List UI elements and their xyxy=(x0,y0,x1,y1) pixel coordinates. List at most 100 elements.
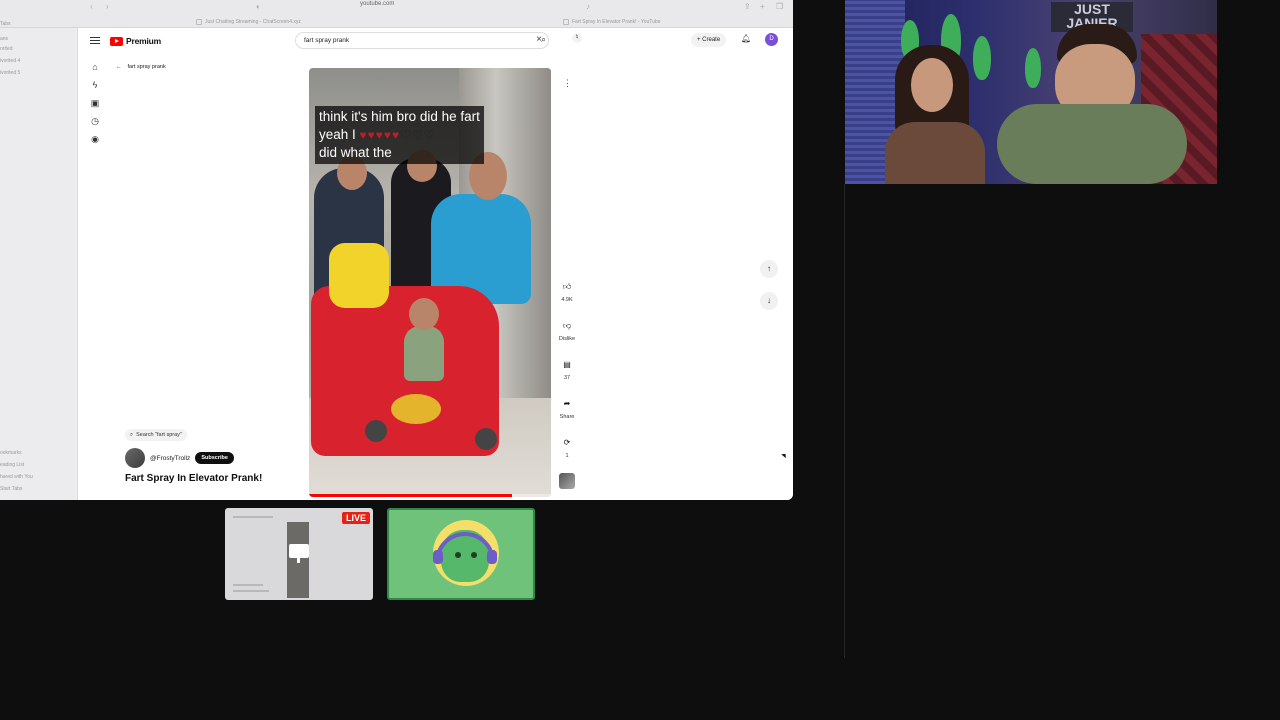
sidebar-fragment[interactable]: ans xyxy=(0,36,8,42)
previous-short-button[interactable]: ↑ xyxy=(760,260,778,278)
mini-screen-line xyxy=(233,584,263,586)
address-bar[interactable]: youtube.com xyxy=(360,1,394,7)
breadcrumb-label: fart spray prank xyxy=(127,64,166,70)
back-icon[interactable]: ‹ xyxy=(90,2,93,11)
dislike-button[interactable]: 👎︎ Dislike xyxy=(553,319,581,342)
hamburger-menu-icon[interactable] xyxy=(90,37,100,46)
sidebar-fragment[interactable]: ivorited 5 xyxy=(0,70,20,76)
shared-browser-window: ‹ › ◐ youtube.com ♪ ⇪ + ❐ Just Chatting … xyxy=(0,0,793,500)
mouse-cursor-icon xyxy=(781,451,788,459)
search-input[interactable]: fart spray prank × xyxy=(295,32,549,49)
channel-avatar[interactable] xyxy=(125,448,145,468)
related-search-chip[interactable]: ⌕ Search "fart spray" xyxy=(125,429,187,441)
tab-label: Just Chatting Streaming - ChatScreen4.xy… xyxy=(205,18,301,25)
screenshare-stand xyxy=(297,558,300,563)
sidebar-fragment[interactable]: Tabs xyxy=(0,21,11,27)
channel-row: @FrostyTrollz Subscribe xyxy=(125,448,234,468)
participant-tile-screenshare[interactable]: LIVE xyxy=(225,508,373,600)
shield-icon: ◐ xyxy=(256,2,261,11)
search-icon[interactable]: ⌕ xyxy=(541,34,546,45)
caption-line: did what the xyxy=(319,145,392,160)
video-title[interactable]: Fart Spray In Elevator Prank! xyxy=(125,473,262,484)
wheel xyxy=(365,420,387,442)
sidebar-fragment[interactable]: ookmarks xyxy=(0,450,22,456)
youtube-page: Premium fart spray prank × ⌕ ♮ + Create … xyxy=(79,28,793,500)
live-badge: LIVE xyxy=(341,512,370,524)
screenshare-icon xyxy=(289,544,309,558)
headphone-cup xyxy=(433,550,443,564)
search-query: fart spray prank xyxy=(304,37,350,44)
breadcrumb[interactable]: ← fart spray prank xyxy=(116,64,166,70)
comment-icon: ▤ xyxy=(563,360,571,369)
tab-favicon-icon xyxy=(563,18,569,25)
dislike-label: Dislike xyxy=(558,336,576,342)
yellow-bag xyxy=(329,243,389,308)
share-icon: ➦ xyxy=(563,399,571,408)
sidebar-fragment[interactable]: hared with You xyxy=(0,474,33,480)
video-progress-bar[interactable] xyxy=(309,494,551,497)
sidebar-fragment[interactable]: Start Tabs xyxy=(0,486,22,492)
participant-tile-avatar[interactable] xyxy=(387,508,535,600)
microphone-icon[interactable]: ♮ xyxy=(572,33,582,43)
tab-youtube[interactable]: Fart Spray In Elevator Prank! - YouTube xyxy=(563,16,660,27)
webcam-feed: JUST JANIER xyxy=(845,0,1217,184)
streamer-body xyxy=(885,122,985,184)
tab-chatscreen[interactable]: Just Chatting Streaming - ChatScreen4.xy… xyxy=(196,16,301,27)
youtube-premium-logo[interactable]: Premium xyxy=(110,36,161,46)
shorts-icon[interactable]: ϟ xyxy=(89,79,101,91)
tab-overview-icon[interactable]: ❐ xyxy=(776,2,783,11)
thumbs-down-icon: 👎︎ xyxy=(562,321,572,330)
more-options-icon[interactable]: ⋮ xyxy=(563,78,572,89)
sound-thumbnail[interactable] xyxy=(559,473,575,489)
share-button[interactable]: ➦ Share xyxy=(553,397,581,420)
mini-screen-line xyxy=(233,516,273,518)
search-icon: ⌕ xyxy=(130,432,134,438)
next-short-button[interactable]: ↓ xyxy=(760,292,778,310)
video-caption: think it's him bro did he fart yeah I ♥♥… xyxy=(315,106,484,164)
thumbs-up-icon: 👍︎ xyxy=(562,282,572,291)
remix-icon: ⟳ xyxy=(563,438,571,447)
browser-sidebar: Tabs ans orited ivorited 4 ivorited 5 oo… xyxy=(0,21,78,500)
alien-figure xyxy=(973,36,991,80)
share-browser-icon[interactable]: ⇪ xyxy=(744,2,751,11)
remix-button[interactable]: ⟳ 1 xyxy=(553,436,581,459)
share-label: Share xyxy=(559,414,575,420)
sidebar-fragment[interactable]: eading List xyxy=(0,462,24,468)
child xyxy=(404,326,444,381)
notifications-bell-icon[interactable]: 🔔︎ xyxy=(741,34,751,43)
audio-icon[interactable]: ♪ xyxy=(586,2,590,11)
home-icon[interactable]: ⌂ xyxy=(89,61,101,73)
guest-arm xyxy=(997,104,1187,184)
back-arrow-icon[interactable]: ← xyxy=(116,64,122,70)
channel-name[interactable]: @FrostyTrollz xyxy=(150,455,190,462)
remix-count: 1 xyxy=(565,453,569,459)
layout-divider xyxy=(844,184,845,658)
create-label: Create xyxy=(702,37,721,43)
history-icon[interactable]: ◷ xyxy=(89,115,101,127)
new-tab-icon[interactable]: + xyxy=(760,2,765,11)
progress-fill xyxy=(309,494,513,497)
browser-tab-strip: ‹ › ◐ youtube.com ♪ ⇪ + ❐ Just Chatting … xyxy=(0,0,793,28)
chip-label: Search "fart spray" xyxy=(136,432,182,438)
subscriptions-icon[interactable]: ▣ xyxy=(89,97,101,109)
like-button[interactable]: 👍︎ 4.9K xyxy=(553,280,581,303)
tab-label: Fart Spray In Elevator Prank! - YouTube xyxy=(572,18,661,25)
you-icon[interactable]: ◉ xyxy=(89,133,101,145)
mini-screen-line xyxy=(233,590,269,592)
car-logo xyxy=(391,394,441,424)
comments-button[interactable]: ▤ 37 xyxy=(553,358,581,381)
sidebar-fragment[interactable]: orited xyxy=(0,46,13,52)
headphone-cup xyxy=(487,550,497,564)
create-button[interactable]: + Create xyxy=(691,33,727,47)
alien-figure xyxy=(1025,48,1041,88)
youtube-play-icon xyxy=(110,36,123,46)
account-avatar[interactable]: D xyxy=(765,33,778,46)
shorts-video-player[interactable]: think it's him bro did he fart yeah I ♥♥… xyxy=(309,68,551,497)
forward-icon[interactable]: › xyxy=(106,2,109,11)
logo-text: Premium xyxy=(126,36,161,46)
sidebar-fragment[interactable]: ivorited 4 xyxy=(0,58,20,64)
subscribe-button[interactable]: Subscribe xyxy=(195,452,234,464)
caption-text: yeah I xyxy=(319,127,356,142)
caption-line: think it's him bro did he fart xyxy=(319,109,480,124)
stream-layout: ‹ › ◐ youtube.com ♪ ⇪ + ❐ Just Chatting … xyxy=(0,0,1280,720)
